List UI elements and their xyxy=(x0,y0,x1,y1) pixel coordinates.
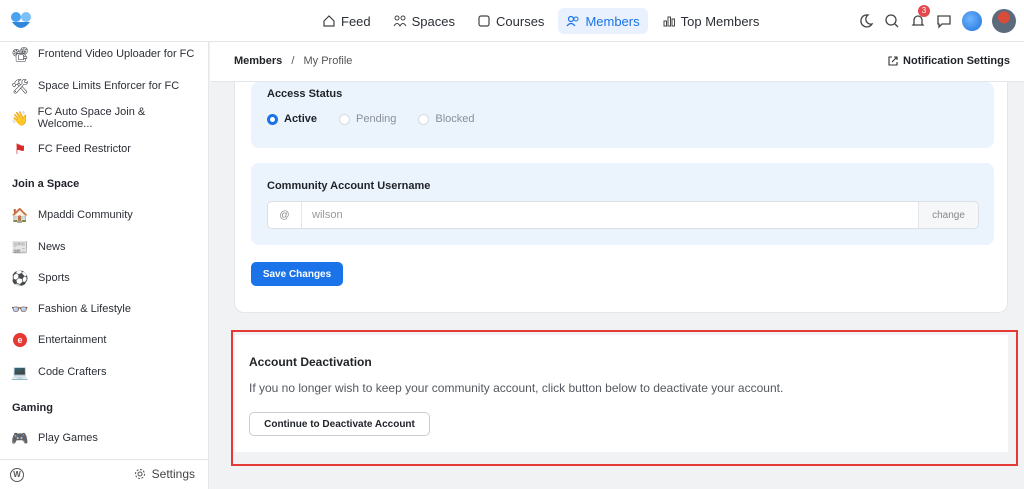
laptop-icon: 💻 xyxy=(11,363,29,380)
home-icon xyxy=(323,15,335,27)
sidebar-item-mpaddi-community[interactable]: 🏠 Mpaddi Community xyxy=(10,204,200,226)
access-status-options: Active Pending Blocked xyxy=(267,113,475,125)
sidebar-item-label: Sports xyxy=(38,272,70,284)
sidebar-item-label: Entertainment xyxy=(38,334,107,346)
main-nav: Feed Spaces Courses Members Top Members xyxy=(314,8,767,34)
username-prefix: @ xyxy=(268,202,302,228)
radio-label: Pending xyxy=(356,113,397,125)
nav-spaces[interactable]: Spaces xyxy=(385,8,463,34)
tools-icon: 🛠 xyxy=(11,77,29,94)
nav-label: Members xyxy=(585,13,640,29)
content-header: Members / My Profile Notification Settin… xyxy=(210,42,1024,82)
gaming-heading: Gaming xyxy=(12,402,53,414)
radio-blocked[interactable]: Blocked xyxy=(418,113,475,125)
soccer-icon: ⚽ xyxy=(11,269,29,286)
sidebar-item-play-games[interactable]: 🎮 Play Games xyxy=(10,427,200,449)
gear-icon xyxy=(134,469,145,479)
wave-icon: 👋 xyxy=(11,109,29,126)
sidebar-item-label: Space Limits Enforcer for FC xyxy=(38,80,180,92)
sidebar-item-label: News xyxy=(38,241,66,253)
nav-label: Top Members xyxy=(680,13,760,29)
dark-mode-moon-icon[interactable] xyxy=(858,13,874,29)
nav-label: Spaces xyxy=(411,13,456,29)
members-icon xyxy=(566,15,579,27)
nav-label: Feed xyxy=(341,13,371,29)
sidebar-item-auto-space-join[interactable]: 👋 FC Auto Space Join & Welcome... xyxy=(10,106,200,130)
notification-settings-label: Notification Settings xyxy=(903,55,1010,67)
username-input[interactable] xyxy=(302,202,918,228)
notifications-bell-icon[interactable]: 3 xyxy=(910,5,930,29)
sidebar-item-entertainment[interactable]: e Entertainment xyxy=(10,329,200,351)
sidebar-item-fashion[interactable]: 👓 Fashion & Lifestyle xyxy=(10,298,200,320)
search-icon[interactable] xyxy=(884,13,900,29)
sidebar-item-space-limits[interactable]: 🛠 Space Limits Enforcer for FC xyxy=(10,75,200,97)
sidebar-item-label: Fashion & Lifestyle xyxy=(38,303,131,315)
sidebar-item-label: Mpaddi Community xyxy=(38,209,133,221)
sidebar-item-label: FC Feed Restrictor xyxy=(38,143,131,155)
notification-badge: 3 xyxy=(918,5,930,17)
username-input-group: @ change xyxy=(267,201,979,229)
join-space-heading: Join a Space xyxy=(12,178,80,190)
user-avatar[interactable] xyxy=(992,9,1016,33)
radio-dot xyxy=(418,113,430,125)
sidebar-item-label: Code Crafters xyxy=(38,366,107,378)
community-logo-icon[interactable] xyxy=(8,8,34,34)
radio-label: Active xyxy=(284,113,318,125)
breadcrumb-separator: / xyxy=(291,55,295,67)
house-icon: 🏠 xyxy=(11,206,29,223)
glasses-icon: 👓 xyxy=(11,300,29,317)
settings-label: Settings xyxy=(151,467,195,481)
sidebar-item-news[interactable]: 📰 News xyxy=(10,236,200,258)
sidebar-item-sports[interactable]: ⚽ Sports xyxy=(10,267,200,289)
save-changes-button[interactable]: Save Changes xyxy=(251,262,343,286)
access-status-panel: Access Status Active Pending Blocked xyxy=(251,82,994,148)
external-link-icon xyxy=(888,56,898,66)
nav-courses[interactable]: Courses xyxy=(469,8,552,34)
sidebar: 📽 Frontend Video Uploader for FC 🛠 Space… xyxy=(0,42,209,489)
settings-button[interactable]: Settings xyxy=(134,467,195,481)
globe-icon[interactable] xyxy=(962,11,982,31)
top-navbar: Feed Spaces Courses Members Top Members … xyxy=(0,0,1024,42)
breadcrumb-members-link[interactable]: Members xyxy=(234,55,282,67)
username-panel: Community Account Username @ change xyxy=(251,163,994,245)
sidebar-footer: W Settings xyxy=(0,459,209,489)
sidebar-item-feed-restrictor[interactable]: ⚑ FC Feed Restrictor xyxy=(10,138,200,160)
top-actions: 3 xyxy=(858,5,1016,33)
flag-icon: ⚑ xyxy=(13,140,27,157)
radio-label: Blocked xyxy=(435,113,475,125)
messages-icon[interactable] xyxy=(936,13,952,29)
nav-feed[interactable]: Feed xyxy=(314,8,379,34)
book-icon xyxy=(478,15,490,27)
nav-label: Courses xyxy=(496,13,545,29)
nav-top-members[interactable]: Top Members xyxy=(654,8,768,34)
sidebar-item-label: FC Auto Space Join & Welcome... xyxy=(37,106,146,130)
highlight-box xyxy=(231,330,1018,466)
sidebar-item-label: Play Games xyxy=(38,432,98,444)
notification-settings-link[interactable]: Notification Settings xyxy=(888,55,1010,67)
camera-icon: 📽 xyxy=(11,45,29,62)
access-status-label: Access Status xyxy=(267,88,343,100)
profile-card: Access Status Active Pending Blocked Com… xyxy=(234,82,1008,313)
radio-dot xyxy=(267,113,278,125)
chart-icon xyxy=(663,16,675,27)
gamepad-icon: 🎮 xyxy=(11,429,29,446)
sidebar-item-video-uploader[interactable]: 📽 Frontend Video Uploader for FC xyxy=(10,43,200,65)
sidebar-item-label: Frontend Video Uploader for FC xyxy=(38,48,195,60)
radio-pending[interactable]: Pending xyxy=(339,113,396,125)
nav-members[interactable]: Members xyxy=(558,8,648,34)
e-icon: e xyxy=(10,330,30,350)
breadcrumb: Members / My Profile xyxy=(234,55,352,67)
sidebar-item-code-crafters[interactable]: 💻 Code Crafters xyxy=(10,361,200,383)
radio-active[interactable]: Active xyxy=(267,113,317,125)
username-label: Community Account Username xyxy=(267,180,431,192)
radio-dot xyxy=(339,113,351,125)
username-change-button[interactable]: change xyxy=(918,202,978,228)
breadcrumb-current: My Profile xyxy=(303,55,353,67)
news-icon: 📰 xyxy=(11,238,29,255)
users-icon xyxy=(393,15,407,27)
wordpress-icon[interactable]: W xyxy=(10,468,24,482)
